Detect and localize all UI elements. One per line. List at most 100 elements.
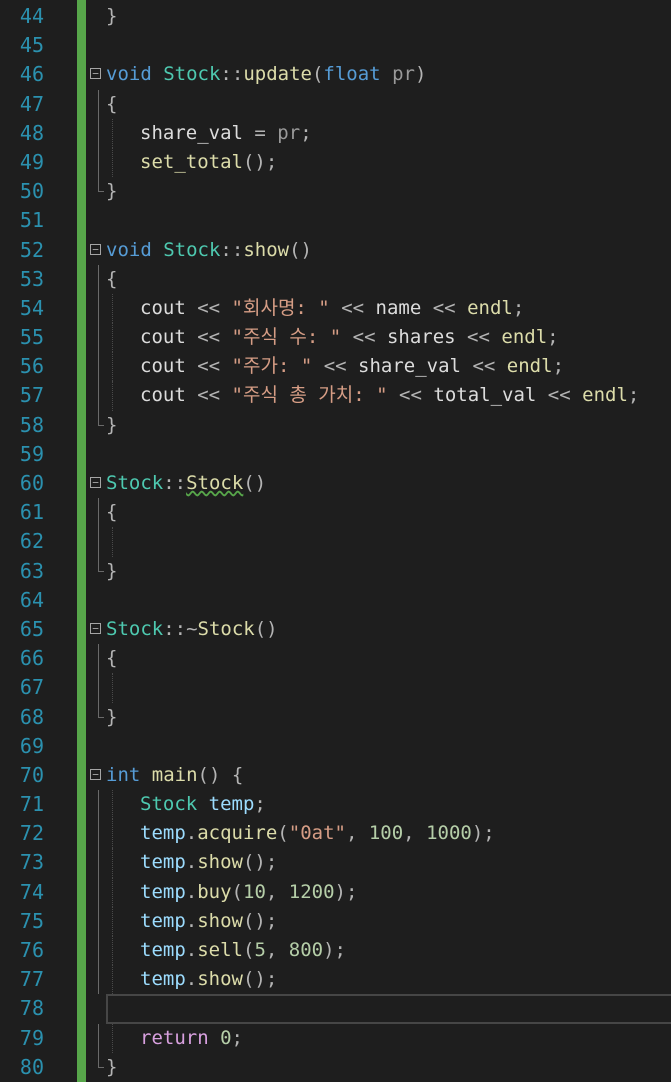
code-line[interactable]: temp.acquire("0at", 100, 1000);	[90, 819, 671, 849]
code-token: 0	[220, 1026, 232, 1049]
code-token: <<	[547, 384, 571, 407]
code-line[interactable]: set_total();	[90, 147, 671, 178]
code-token: show	[197, 851, 243, 874]
code-token: cout	[140, 296, 198, 319]
line-number: 51	[19, 208, 44, 233]
code-text: cout << "주가: " << share_val << endl;	[140, 352, 564, 381]
code-text: Stock temp;	[140, 790, 266, 819]
indent-guide	[112, 877, 113, 907]
code-token: main	[151, 763, 198, 786]
code-line[interactable]	[90, 440, 671, 469]
code-token: ()	[243, 472, 267, 494]
code-line[interactable]: }	[90, 1052, 671, 1082]
code-token: share_val	[140, 121, 255, 144]
code-token: set_total	[140, 150, 243, 173]
fold-collapse-icon[interactable]: −	[90, 243, 101, 255]
fold-collapse-icon[interactable]: −	[90, 68, 101, 80]
code-line[interactable]: − Stock::~Stock()	[90, 615, 671, 644]
code-token: float	[323, 63, 381, 86]
code-token: temp	[140, 909, 186, 932]
code-token: ;	[254, 793, 266, 816]
code-text: cout << "주식 수: " << shares << endl;	[140, 323, 559, 352]
code-line[interactable]	[90, 586, 671, 615]
indent-guide	[112, 848, 113, 878]
code-token: ::	[220, 238, 244, 261]
code-token: "회사명: "	[231, 296, 330, 319]
code-line-current[interactable]	[106, 994, 671, 1024]
code-line[interactable]	[90, 732, 671, 761]
code-text: temp.show();	[140, 848, 277, 877]
line-number: 57	[19, 383, 44, 408]
fold-collapse-icon[interactable]: −	[90, 768, 101, 780]
code-line[interactable]: Stock temp;	[90, 790, 671, 820]
code-text: }	[106, 2, 117, 31]
fold-collapse-icon[interactable]: −	[90, 622, 101, 634]
code-line[interactable]: − int main() {	[90, 761, 671, 790]
code-line[interactable]: − void Stock::show()	[90, 236, 671, 265]
code-token: cout	[140, 355, 198, 378]
fold-collapse-icon[interactable]: −	[90, 477, 101, 488]
code-token: void	[106, 238, 152, 261]
code-token: <<	[197, 355, 221, 378]
code-token: ()	[254, 617, 278, 640]
code-line[interactable]: temp.show();	[90, 965, 671, 995]
block-guide	[98, 906, 100, 936]
code-line[interactable]: share_val = pr;	[90, 118, 671, 148]
code-token: .	[185, 939, 198, 961]
block-guide	[98, 819, 100, 849]
code-token: total_val	[421, 384, 548, 407]
code-line[interactable]: }	[90, 2, 671, 31]
line-number: 44	[19, 4, 44, 28]
code-token: update	[243, 63, 312, 86]
code-line[interactable]: {	[90, 264, 671, 294]
code-line[interactable]: cout << "회사명: " << name << endl;	[90, 293, 671, 324]
line-number: 52	[19, 237, 44, 262]
code-text: Stock::~Stock()	[106, 615, 278, 644]
code-line[interactable]: − void Stock::update(float pr)	[90, 60, 671, 89]
code-token: Stock	[140, 793, 198, 816]
code-line[interactable]	[90, 31, 671, 60]
code-line[interactable]: }	[90, 702, 671, 732]
code-line[interactable]	[90, 206, 671, 235]
line-number: 55	[19, 325, 44, 350]
code-line[interactable]: return 0;	[90, 1023, 671, 1053]
code-token: ,	[265, 939, 289, 961]
block-guide	[98, 702, 104, 718]
code-line[interactable]: }	[90, 556, 671, 586]
code-line[interactable]: {	[90, 89, 671, 119]
code-line[interactable]	[90, 673, 671, 703]
code-token: acquire	[197, 822, 278, 845]
code-line[interactable]: − Stock::Stock()	[90, 469, 671, 498]
code-text: {	[106, 644, 117, 673]
code-token: <<	[341, 296, 365, 319]
code-editor[interactable]: 44 45 46 47 48 49 50 51 52 53 54 55 56 57 58 59 60 61 62 63…	[0, 0, 671, 1082]
code-line[interactable]	[90, 527, 671, 557]
code-area[interactable]: } − void Stock::update(float pr){share_val…	[90, 2, 671, 1082]
code-line[interactable]: cout << "주식 수: " << shares << endl;	[90, 323, 671, 353]
code-line[interactable]: temp.sell(5, 800);	[90, 936, 671, 966]
code-text: }	[106, 177, 117, 206]
code-line[interactable]: {	[90, 644, 671, 674]
block-guide	[98, 118, 100, 148]
code-token: .	[185, 851, 198, 874]
code-line[interactable]: cout << "주가: " << share_val << endl;	[90, 352, 671, 382]
code-line[interactable]: temp.show();	[90, 848, 671, 878]
code-line[interactable]: {	[90, 498, 671, 528]
code-token: sell	[197, 939, 243, 961]
code-line[interactable]: }	[90, 410, 671, 440]
code-line[interactable]: cout << "주식 총 가치: " << total_val << endl…	[90, 381, 671, 411]
block-guide	[98, 673, 100, 703]
code-line[interactable]: temp.buy(10, 1200);	[90, 877, 671, 907]
indent-guide	[112, 381, 113, 411]
code-line[interactable]: }	[90, 177, 671, 206]
code-token: }	[106, 5, 118, 27]
code-line[interactable]: temp.show();	[90, 906, 671, 936]
code-token: int	[106, 763, 141, 786]
block-guide	[98, 89, 100, 119]
